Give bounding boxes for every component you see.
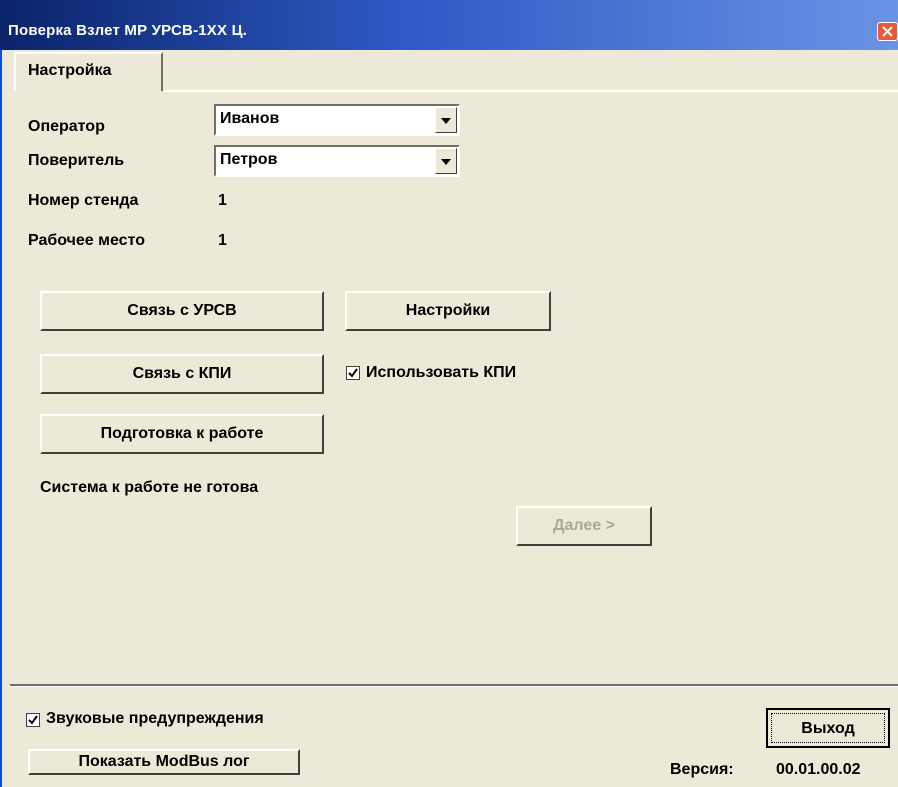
verifier-dropdown-button[interactable] (435, 148, 457, 174)
bottom-separator (10, 684, 898, 687)
connect-kpi-button[interactable]: Связь с КПИ (40, 354, 324, 394)
workplace-label: Рабочее место (28, 232, 145, 249)
operator-select[interactable]: Иванов (214, 104, 460, 136)
chevron-down-icon (441, 159, 451, 165)
chevron-down-icon (441, 118, 451, 124)
connect-ursv-button[interactable]: Связь с УРСВ (40, 291, 324, 331)
tab-settings[interactable]: Настройка (14, 52, 163, 91)
workplace-value: 1 (218, 232, 227, 249)
use-kpi-label[interactable]: Использовать КПИ (366, 364, 516, 382)
sound-alerts-checkbox[interactable] (26, 713, 40, 727)
operator-label: Оператор (28, 118, 105, 135)
close-button[interactable] (877, 22, 898, 41)
stand-number-label: Номер стенда (28, 192, 139, 209)
tab-strip-line (164, 90, 898, 92)
verifier-select[interactable]: Петров (214, 145, 460, 177)
window-border (0, 50, 2, 787)
use-kpi-checkbox[interactable] (346, 366, 360, 380)
show-modbus-log-button[interactable]: Показать ModBus лог (28, 749, 300, 775)
stand-number-value: 1 (218, 192, 227, 209)
status-text: Система к работе не готова (40, 479, 259, 496)
operator-value: Иванов (220, 110, 280, 127)
verifier-label: Поверитель (28, 152, 125, 169)
prepare-button[interactable]: Подготовка к работе (40, 414, 324, 454)
next-button[interactable]: Далее > (516, 506, 652, 546)
check-icon (348, 368, 358, 378)
operator-dropdown-button[interactable] (435, 107, 457, 133)
main-window: Поверка Взлет МР УРСВ-1ХХ Ц. Настройка О… (0, 0, 898, 787)
tab-label: Настройка (28, 62, 112, 79)
exit-button[interactable]: Выход (766, 708, 890, 748)
window-title: Поверка Взлет МР УРСВ-1ХХ Ц. (8, 22, 248, 39)
settings-button[interactable]: Настройки (345, 291, 551, 331)
exit-button-label: Выход (771, 713, 885, 743)
close-icon (882, 26, 893, 37)
sound-alerts-label[interactable]: Звуковые предупреждения (46, 710, 264, 728)
version-value: 00.01.00.02 (776, 761, 861, 778)
check-icon (28, 715, 38, 725)
version-label: Версия: (670, 761, 734, 778)
title-bar[interactable]: Поверка Взлет МР УРСВ-1ХХ Ц. (0, 0, 898, 50)
verifier-value: Петров (220, 151, 278, 168)
